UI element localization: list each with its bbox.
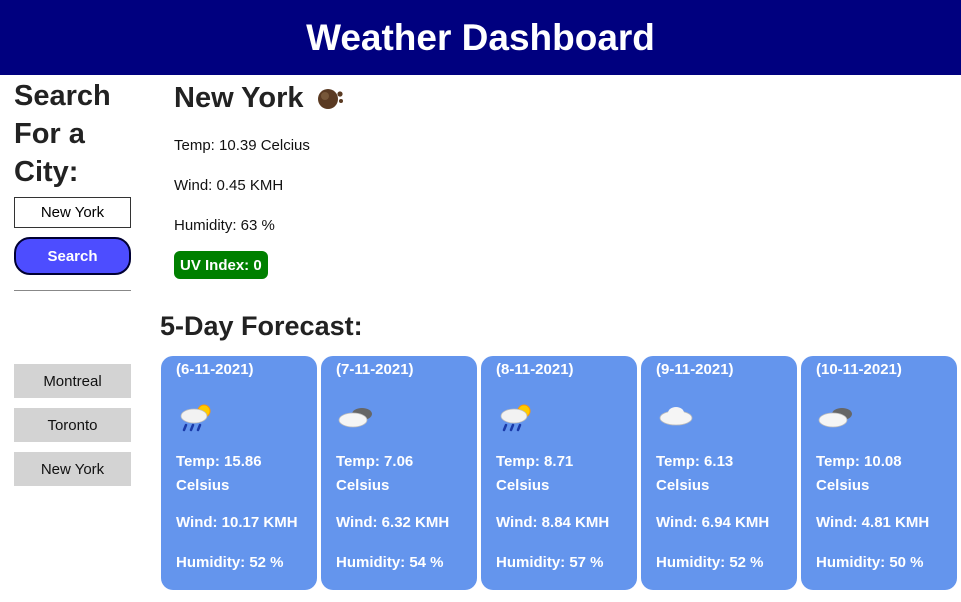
forecast-card: (8-11-2021) Temp: 8.71 Celsius Wind: 8.8… <box>481 356 637 590</box>
current-temp: Temp: 10.39 Celcius <box>174 137 310 154</box>
search-history-list: Montreal Toronto New York <box>14 364 131 496</box>
page-title: Weather Dashboard <box>306 16 655 58</box>
forecast-date: (6-11-2021) <box>176 361 254 378</box>
search-sidebar: Search For a City: Search <box>14 77 131 291</box>
cloud-icon <box>659 407 693 426</box>
forecast-humidity: Humidity: 50 % <box>816 554 924 571</box>
forecast-date: (8-11-2021) <box>496 361 574 378</box>
app-header: Weather Dashboard <box>0 0 961 75</box>
rain-cloud-icon <box>318 89 344 109</box>
history-item-toronto[interactable]: Toronto <box>14 408 131 442</box>
forecast-temp: Temp: 10.08 Celsius <box>816 453 902 494</box>
forecast-humidity: Humidity: 57 % <box>496 554 604 571</box>
uv-index-badge: UV Index: 0 <box>174 251 268 279</box>
forecast-card: (9-11-2021) Temp: 6.13 Celsius Wind: 6.9… <box>641 356 797 590</box>
forecast-humidity: Humidity: 52 % <box>176 554 284 571</box>
forecast-date: (7-11-2021) <box>336 361 414 378</box>
forecast-temp: Temp: 7.06 Celsius <box>336 453 414 494</box>
sidebar-divider <box>14 290 131 291</box>
forecast-wind: Wind: 6.94 KMH <box>656 514 770 531</box>
overcast-clouds-icon <box>338 408 372 428</box>
forecast-humidity: Humidity: 54 % <box>336 554 444 571</box>
overcast-clouds-icon <box>818 408 852 428</box>
history-item-new-york[interactable]: New York <box>14 452 131 486</box>
search-heading: Search For a City: <box>14 80 111 188</box>
history-item-montreal[interactable]: Montreal <box>14 364 131 398</box>
forecast-date: (9-11-2021) <box>656 361 734 378</box>
search-button[interactable]: Search <box>14 237 131 275</box>
forecast-card: (6-11-2021) Temp: 15.86 Celsius Wind: 10… <box>161 356 317 590</box>
forecast-wind: Wind: 6.32 KMH <box>336 514 450 531</box>
forecast-wind: Wind: 4.81 KMH <box>816 514 930 531</box>
forecast-date: (10-11-2021) <box>816 361 902 378</box>
current-humidity: Humidity: 63 % <box>174 217 275 234</box>
current-city-heading: New York <box>174 80 594 116</box>
forecast-title: 5-Day Forecast: <box>160 311 363 341</box>
forecast-card: (10-11-2021) Temp: 10.08 Celsius Wind: 4… <box>801 356 957 590</box>
forecast-temp: Temp: 6.13 Celsius <box>656 453 734 494</box>
forecast-wind: Wind: 8.84 KMH <box>496 514 610 531</box>
sun-rain-cloud-icon <box>180 404 211 432</box>
current-wind: Wind: 0.45 KMH <box>174 177 284 194</box>
forecast-wind: Wind: 10.17 KMH <box>176 514 298 531</box>
forecast-card: (7-11-2021) Temp: 7.06 Celsius Wind: 6.3… <box>321 356 477 590</box>
current-weather: New York Temp: 10.39 Celcius Wind: 0.45 … <box>174 80 594 279</box>
forecast-temp: Temp: 8.71 Celsius <box>496 453 574 494</box>
forecast-temp: Temp: 15.86 Celsius <box>176 453 262 494</box>
sun-rain-cloud-icon <box>500 404 531 432</box>
city-search-input[interactable] <box>14 197 131 228</box>
current-city-name: New York <box>174 81 304 114</box>
forecast-humidity: Humidity: 52 % <box>656 554 764 571</box>
